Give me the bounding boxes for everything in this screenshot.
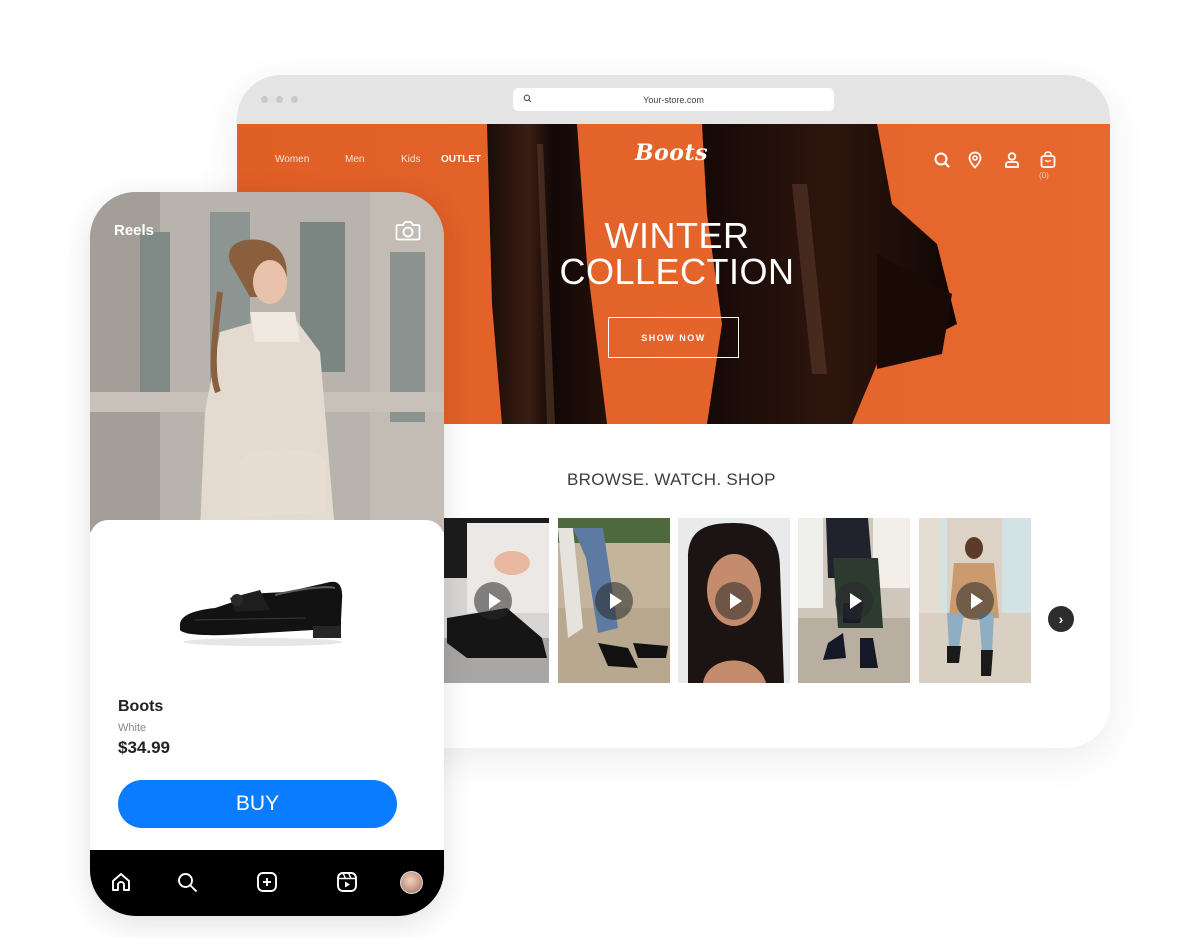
play-icon[interactable]: [956, 581, 994, 620]
product-card: Boots White $34.99 BUY: [90, 520, 444, 850]
section-title: BROWSE. WATCH. SHOP: [567, 470, 776, 489]
camera-icon[interactable]: [395, 218, 421, 242]
reel-thumbnail[interactable]: [798, 518, 910, 683]
window-control-dot[interactable]: [291, 96, 298, 103]
nav-outlet[interactable]: OUTLET: [441, 154, 481, 165]
hero-title-line-2: COLLECTION: [559, 251, 795, 292]
play-icon[interactable]: [835, 581, 873, 620]
search-icon[interactable]: [932, 150, 952, 170]
home-icon[interactable]: [109, 870, 133, 894]
reels-icon[interactable]: [335, 870, 359, 894]
browser-toolbar: Your-store.com: [237, 75, 1110, 124]
window-controls: [261, 96, 298, 103]
create-icon[interactable]: [255, 870, 279, 894]
product-color: White: [118, 722, 147, 734]
nav-men[interactable]: Men: [345, 154, 364, 165]
reel-photo: [90, 192, 444, 532]
search-icon[interactable]: [175, 870, 199, 894]
hero-title: WINTER COLLECTION: [537, 218, 817, 290]
play-icon[interactable]: [715, 581, 753, 620]
search-icon: [523, 94, 532, 103]
address-bar[interactable]: Your-store.com: [513, 88, 834, 111]
window-control-dot[interactable]: [261, 96, 268, 103]
product-name: Boots: [118, 698, 164, 715]
reels-title: Reels: [114, 222, 155, 239]
product-image[interactable]: [175, 580, 350, 650]
reel-thumbnail[interactable]: [678, 518, 790, 683]
reel-thumbnail[interactable]: [558, 518, 670, 683]
carousel-next-button[interactable]: ›: [1048, 606, 1074, 632]
shopping-bag-icon[interactable]: [1038, 150, 1058, 170]
play-icon[interactable]: [474, 581, 512, 620]
cart-count: (0): [1039, 171, 1049, 180]
reel-thumbnail[interactable]: [437, 518, 549, 683]
brand-logo[interactable]: Boots: [635, 140, 708, 166]
hero-title-line-1: WINTER: [604, 215, 750, 256]
reel-thumbnail[interactable]: [919, 518, 1031, 683]
url-text: Your-store.com: [643, 94, 704, 105]
buy-button[interactable]: BUY: [118, 780, 397, 828]
show-now-button[interactable]: SHOW NOW: [608, 317, 739, 358]
profile-avatar[interactable]: [400, 871, 423, 894]
play-icon[interactable]: [595, 581, 633, 620]
location-pin-icon[interactable]: [965, 150, 985, 170]
nav-women[interactable]: Women: [275, 154, 309, 165]
product-price: $34.99: [118, 738, 170, 757]
nav-kids[interactable]: Kids: [401, 154, 420, 165]
bottom-tab-bar: [90, 850, 444, 916]
user-icon[interactable]: [1002, 150, 1022, 170]
window-control-dot[interactable]: [276, 96, 283, 103]
phone-mockup: Reels Boots White $34.99 BUY: [90, 192, 444, 916]
